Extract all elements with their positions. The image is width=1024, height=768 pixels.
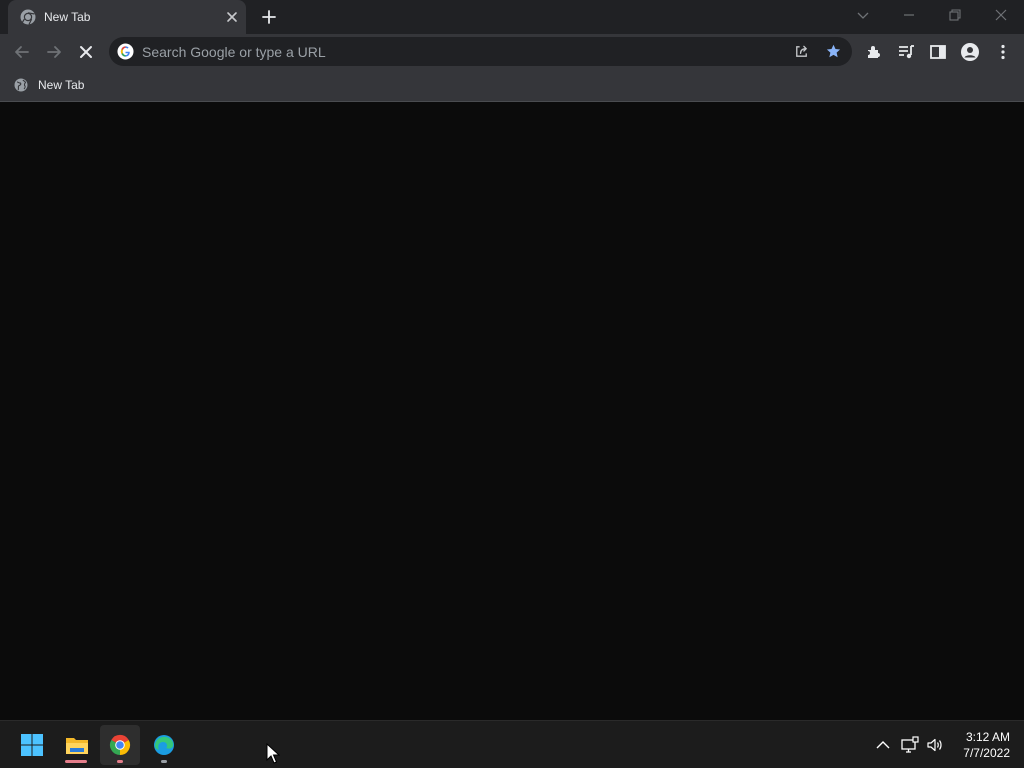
omnibox-input[interactable]: [142, 37, 782, 66]
taskbar: 3:12 AM 7/7/2022: [0, 720, 1024, 768]
browser-toolbar: [0, 34, 1024, 69]
windows-icon: [21, 734, 43, 756]
restore-icon[interactable]: [945, 5, 965, 25]
tab-close-icon[interactable]: [224, 9, 240, 25]
chrome-icon: [109, 734, 131, 756]
share-icon[interactable]: [793, 43, 810, 60]
extensions-icon[interactable]: [864, 42, 884, 62]
media-queue-icon[interactable]: [896, 42, 916, 62]
running-indicator: [65, 760, 87, 763]
globe-icon: [14, 78, 28, 92]
arrow-left-icon[interactable]: [12, 42, 32, 62]
side-panel-icon[interactable]: [928, 42, 948, 62]
tab-search-icon[interactable]: [853, 5, 873, 25]
tab-title: New Tab: [44, 10, 91, 24]
tab-new-tab[interactable]: New Tab: [8, 0, 246, 34]
star-icon[interactable]: [825, 43, 842, 60]
minimize-icon[interactable]: [899, 5, 919, 25]
bookmark-label: New Tab: [38, 78, 85, 92]
plus-icon[interactable]: [260, 8, 278, 26]
profile-icon[interactable]: [960, 42, 980, 62]
volume-icon[interactable]: [925, 735, 945, 755]
omnibox[interactable]: [109, 37, 852, 66]
edge-icon: [154, 735, 174, 755]
taskbar-edge[interactable]: [144, 725, 184, 765]
taskbar-file-explorer[interactable]: [56, 725, 96, 765]
page-content: [0, 103, 1024, 720]
clock-time: 3:12 AM: [965, 730, 1010, 744]
more-vert-icon[interactable]: [993, 42, 1013, 62]
stop-loading-icon[interactable]: [76, 42, 96, 62]
arrow-right-icon[interactable]: [44, 42, 64, 62]
title-bar: New Tab: [0, 0, 1024, 34]
running-indicator: [161, 760, 167, 763]
close-icon[interactable]: [991, 5, 1011, 25]
running-indicator: [117, 760, 123, 763]
network-icon[interactable]: [900, 735, 920, 755]
folder-icon: [66, 738, 88, 754]
chevron-up-icon[interactable]: [873, 735, 893, 755]
bookmark-new-tab[interactable]: New Tab: [8, 74, 90, 96]
google-g-icon: [117, 43, 134, 60]
mouse-cursor-icon: [266, 743, 280, 764]
system-clock[interactable]: 3:12 AM 7/7/2022: [950, 729, 1010, 761]
clock-date: 7/7/2022: [963, 746, 1010, 760]
start-button[interactable]: [12, 725, 52, 765]
chrome-icon: [20, 9, 36, 25]
bookmarks-bar: New Tab: [0, 69, 1024, 102]
taskbar-chrome[interactable]: [100, 725, 140, 765]
